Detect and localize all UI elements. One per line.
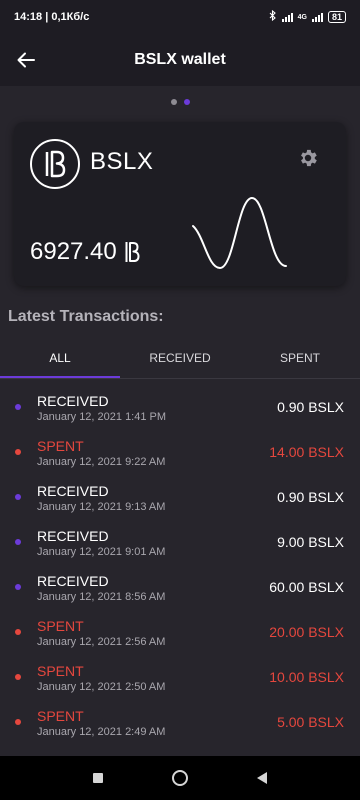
- tx-date: January 12, 2021 1:41 PM: [37, 411, 167, 423]
- transaction-row[interactable]: RECEIVED January 12, 2021 1:41 PM 0.90 B…: [0, 382, 360, 427]
- tx-tabs: ALL RECEIVED SPENT: [0, 338, 360, 378]
- wallet-card[interactable]: BSLX 6927.40: [14, 122, 346, 286]
- bslx-symbol-icon: [124, 241, 140, 263]
- coin-name: BSLX: [90, 148, 154, 175]
- received-dot-icon: [15, 539, 21, 545]
- tab-received[interactable]: RECEIVED: [120, 338, 240, 378]
- tab-spent[interactable]: SPENT: [240, 338, 360, 378]
- tab-all[interactable]: ALL: [0, 338, 120, 378]
- bluetooth-icon: [269, 9, 277, 24]
- bslx-logo-icon: [45, 150, 66, 178]
- tx-date: January 12, 2021 9:13 AM: [37, 501, 166, 513]
- tx-amount: 10.00 BSLX: [269, 669, 344, 685]
- status-speed: 0,1Кб/с: [51, 11, 90, 23]
- tx-amount: 9.00 BSLX: [277, 534, 344, 550]
- arrow-left-icon: [17, 52, 35, 68]
- network-type: 4G: [297, 13, 307, 21]
- page-dot-2[interactable]: [183, 99, 190, 105]
- transaction-row[interactable]: SPENT: [0, 742, 360, 756]
- transaction-row[interactable]: SPENT January 12, 2021 2:50 AM 10.00 BSL…: [0, 652, 360, 697]
- recents-button[interactable]: [88, 768, 108, 788]
- tx-type: RECEIVED: [37, 573, 109, 589]
- wallet-balance: 6927.40: [30, 238, 140, 266]
- spent-dot-icon: [15, 449, 21, 455]
- tx-amount: 0.90 BSLX: [277, 489, 344, 505]
- balance-value: 6927.40: [30, 238, 117, 265]
- gear-icon: [301, 149, 317, 167]
- spent-dot-icon: [15, 674, 21, 680]
- home-button[interactable]: [170, 768, 190, 788]
- transaction-row[interactable]: SPENT January 12, 2021 2:56 AM 20.00 BSL…: [0, 607, 360, 652]
- spent-dot-icon: [15, 719, 21, 725]
- page-dot-1[interactable]: [170, 99, 177, 105]
- tx-type: RECEIVED: [37, 393, 109, 409]
- app-header: BSLX wallet: [0, 34, 360, 86]
- status-right: 4G 81: [269, 9, 346, 24]
- circle-icon: [172, 770, 188, 786]
- tx-type: RECEIVED: [37, 483, 109, 499]
- received-dot-icon: [15, 584, 21, 590]
- transaction-row[interactable]: RECEIVED January 12, 2021 9:01 AM 9.00 B…: [0, 517, 360, 562]
- square-icon: [93, 773, 103, 783]
- coin-logo: [30, 139, 80, 189]
- tx-type: SPENT: [37, 708, 84, 724]
- tx-type: SPENT: [37, 438, 84, 454]
- tx-type: RECEIVED: [37, 528, 109, 544]
- received-dot-icon: [15, 404, 21, 410]
- balance-sparkline: [192, 196, 287, 270]
- tx-date: January 12, 2021 2:50 AM: [37, 681, 166, 693]
- transaction-row[interactable]: SPENT January 12, 2021 9:22 AM 14.00 BSL…: [0, 427, 360, 472]
- transaction-list[interactable]: RECEIVED January 12, 2021 1:41 PM 0.90 B…: [0, 382, 360, 756]
- tx-date: January 12, 2021 9:22 AM: [37, 456, 166, 468]
- settings-button[interactable]: [297, 147, 319, 169]
- section-title: Latest Transactions:: [8, 308, 164, 325]
- status-time: 14:18: [14, 11, 43, 23]
- tx-date: January 12, 2021 9:01 AM: [37, 546, 166, 558]
- tx-date: January 12, 2021 2:49 AM: [37, 726, 166, 738]
- signal-icon-2: [311, 12, 323, 22]
- spent-dot-icon: [15, 629, 21, 635]
- status-bar: 14:18 | 0,1Кб/с 4G 81: [0, 0, 360, 34]
- back-button[interactable]: [12, 46, 40, 74]
- system-nav-bar: [0, 756, 360, 800]
- tabs-divider: [0, 378, 360, 379]
- tx-type: SPENT: [37, 618, 84, 634]
- tx-amount: 20.00 BSLX: [269, 624, 344, 640]
- tx-amount: 60.00 BSLX: [269, 579, 344, 595]
- tx-date: January 12, 2021 2:56 AM: [37, 636, 166, 648]
- tx-amount: 14.00 BSLX: [269, 444, 344, 460]
- triangle-back-icon: [257, 772, 267, 784]
- page-title: BSLX wallet: [134, 51, 226, 68]
- tx-amount: 5.00 BSLX: [277, 714, 344, 730]
- tx-amount: 0.90 BSLX: [277, 399, 344, 415]
- tx-type: SPENT: [37, 663, 84, 679]
- tx-date: January 12, 2021 8:56 AM: [37, 591, 166, 603]
- signal-icon: [281, 12, 293, 22]
- received-dot-icon: [15, 494, 21, 500]
- back-nav-button[interactable]: [252, 768, 272, 788]
- transaction-row[interactable]: RECEIVED January 12, 2021 8:56 AM 60.00 …: [0, 562, 360, 607]
- transaction-row[interactable]: RECEIVED January 12, 2021 9:13 AM 0.90 B…: [0, 472, 360, 517]
- battery-icon: 81: [327, 11, 346, 23]
- transaction-row[interactable]: SPENT January 12, 2021 2:49 AM 5.00 BSLX: [0, 697, 360, 742]
- status-left: 14:18 | 0,1Кб/с: [14, 11, 90, 23]
- page-indicator: [0, 99, 360, 105]
